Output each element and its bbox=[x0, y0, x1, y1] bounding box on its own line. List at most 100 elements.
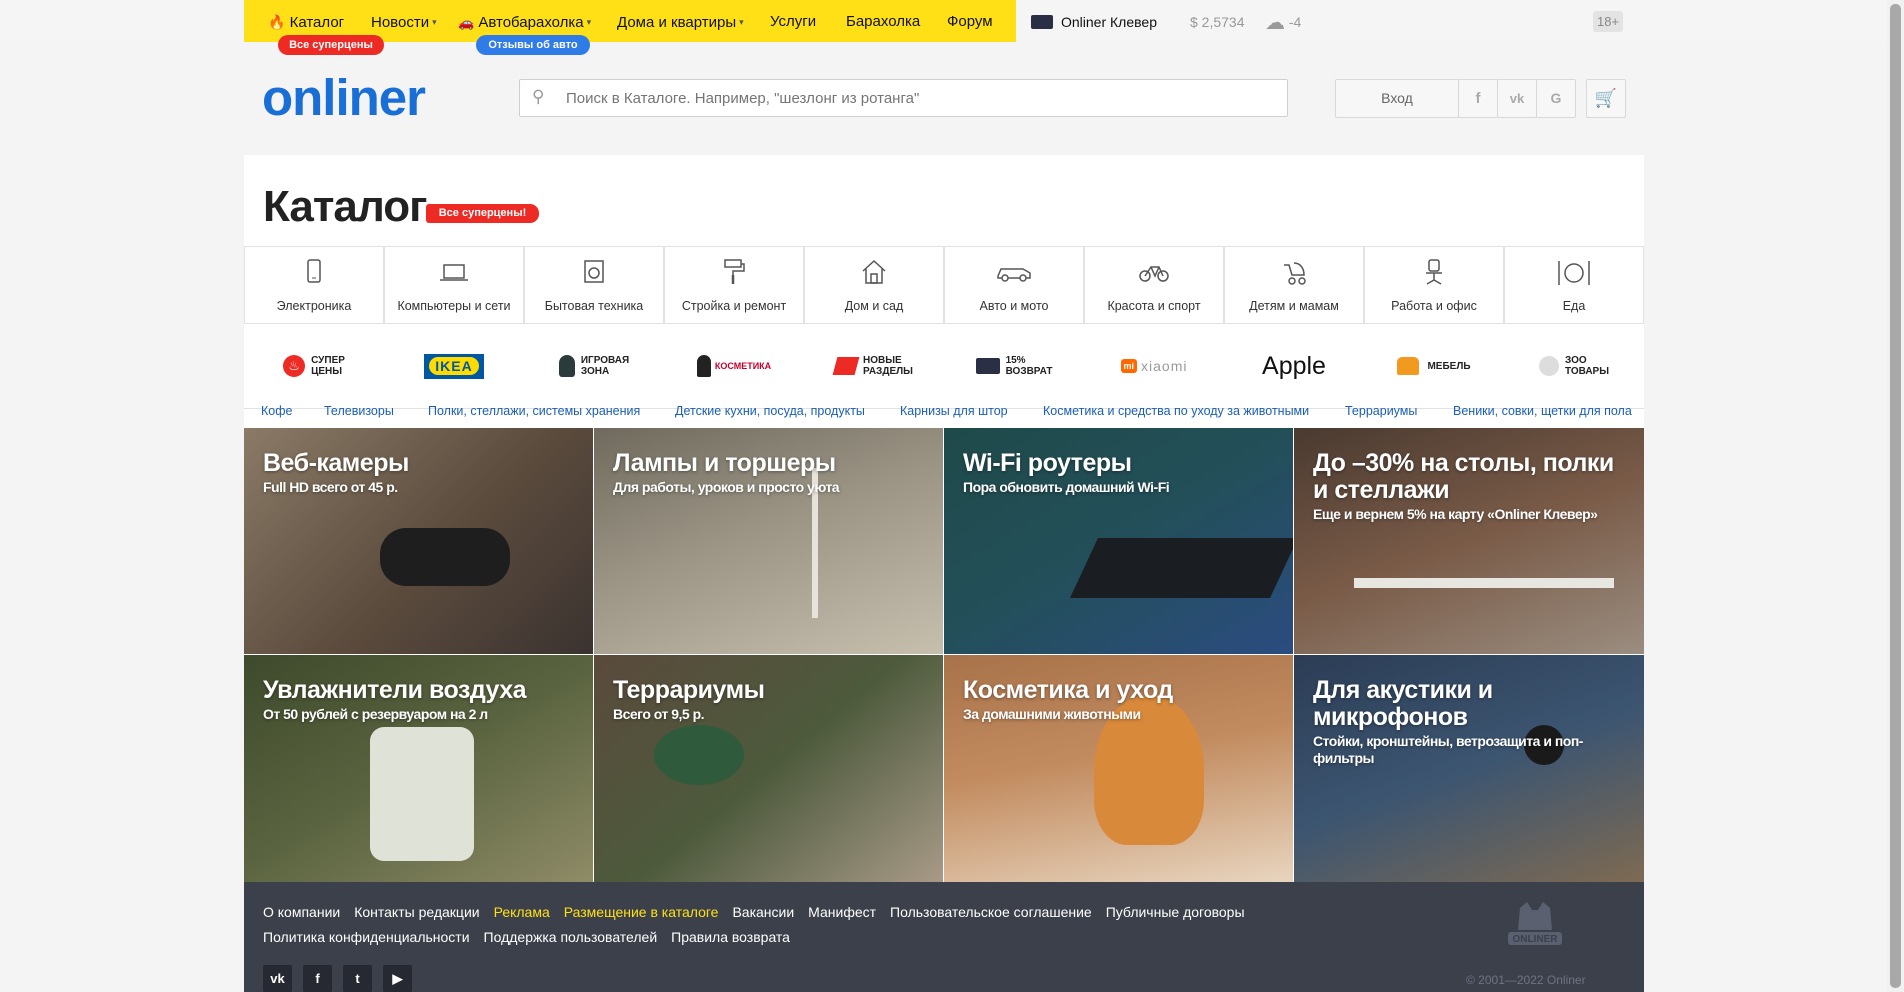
category-construction[interactable]: Стройка и ремонт bbox=[664, 246, 804, 324]
cloud-icon: ☁ bbox=[1265, 12, 1285, 34]
vk-login-icon[interactable]: vk bbox=[1497, 79, 1537, 118]
chevron-down-icon: ▾ bbox=[586, 17, 592, 27]
quick-link[interactable]: Террариумы bbox=[1345, 404, 1417, 418]
ikea-logo: IKEA bbox=[424, 353, 484, 379]
quick-link[interactable]: Косметика и средства по уходу за животны… bbox=[1043, 404, 1309, 418]
footer-links-row1: О компании Контакты редакции Реклама Раз… bbox=[263, 904, 1245, 920]
age-badge: 18+ bbox=[1593, 11, 1623, 32]
footer-link[interactable]: Реклама bbox=[494, 904, 550, 920]
category-office[interactable]: Работа и офис bbox=[1364, 246, 1504, 324]
nav-forum[interactable]: Форум bbox=[947, 0, 993, 42]
fire-icon: 🔥 bbox=[268, 14, 286, 30]
chevron-down-icon: ▾ bbox=[432, 17, 437, 27]
auto-reviews-badge[interactable]: Отзывы об авто bbox=[476, 35, 590, 55]
webcam-image bbox=[380, 528, 510, 586]
footer-link[interactable]: Вакансии bbox=[732, 904, 794, 920]
promo-superprice[interactable]: ♨ СУПЕР ЦЕНЫ bbox=[244, 324, 384, 408]
flame-icon: ♨ bbox=[283, 355, 306, 377]
nav-baraholka[interactable]: Барахолка bbox=[846, 0, 920, 42]
login-button[interactable]: Вход bbox=[1335, 79, 1459, 118]
bicycle-icon bbox=[1139, 266, 1169, 282]
tile-acoustics[interactable]: Для акустики и микрофонов Стойки, кронште… bbox=[1294, 655, 1644, 882]
category-beauty-sport[interactable]: Красота и спорт bbox=[1084, 246, 1224, 324]
category-home-garden[interactable]: Дом и сад bbox=[804, 246, 944, 324]
footer-link[interactable]: Публичные договоры bbox=[1106, 904, 1245, 920]
promo-gaming[interactable]: ИГРОВАЯ ЗОНА bbox=[524, 324, 664, 408]
tile-pet-care[interactable]: Косметика и уход За домашними животными bbox=[944, 655, 1293, 882]
mascot-logo: ONLINER bbox=[1500, 900, 1570, 962]
tile-lamps[interactable]: Лампы и торшеры Для работы, уроков и прос… bbox=[594, 428, 943, 654]
new-ribbon-icon bbox=[832, 357, 860, 375]
svg-text:ONLINER: ONLINER bbox=[1513, 934, 1559, 945]
youtube-icon[interactable]: ▶ bbox=[383, 965, 412, 992]
vk-icon[interactable]: vk bbox=[263, 965, 292, 992]
succulents-image bbox=[654, 725, 744, 785]
tile-terrariums[interactable]: Террариумы Всего от 9,5 р. bbox=[594, 655, 943, 882]
quick-link[interactable]: Карнизы для штор bbox=[900, 404, 1008, 418]
quick-link[interactable]: Полки, стеллажи, системы хранения bbox=[428, 404, 640, 418]
onliner-logo[interactable]: onliner bbox=[262, 68, 426, 127]
category-food[interactable]: Еда bbox=[1504, 246, 1644, 324]
promo-apple[interactable]: Apple bbox=[1224, 324, 1364, 408]
gamer-icon bbox=[558, 355, 575, 377]
superprice-title-badge[interactable]: Все суперцены! bbox=[426, 204, 539, 223]
house-icon bbox=[862, 259, 886, 284]
google-login-icon[interactable]: G bbox=[1536, 79, 1576, 118]
category-electronics[interactable]: Электроника bbox=[244, 246, 384, 324]
category-auto-moto[interactable]: Авто и мото bbox=[944, 246, 1084, 324]
tile-humidifiers[interactable]: Увлажнители воздуха От 50 рублей с резерв… bbox=[244, 655, 593, 882]
promo-xiaomi[interactable]: mi xiaomi bbox=[1084, 324, 1224, 408]
nav-news[interactable]: Новости ▾ bbox=[371, 0, 437, 42]
footer-link[interactable]: Контакты редакции bbox=[354, 904, 479, 920]
quick-link[interactable]: Детские кухни, посуда, продукты bbox=[675, 404, 865, 418]
smartphone-icon bbox=[307, 259, 321, 283]
facebook-icon[interactable]: f bbox=[303, 965, 332, 992]
promo-ikea[interactable]: IKEA bbox=[384, 324, 524, 408]
clever-link[interactable]: Onliner Клевер bbox=[1031, 0, 1157, 42]
armchair-icon bbox=[1397, 357, 1420, 375]
office-chair-icon bbox=[1426, 259, 1442, 285]
plate-cutlery-icon bbox=[1558, 261, 1590, 285]
nav-realty[interactable]: Дома и квартиры ▾ bbox=[617, 0, 744, 42]
superprice-badge[interactable]: Все суперцены bbox=[278, 35, 384, 55]
washing-machine-icon bbox=[584, 260, 604, 283]
weather[interactable]: ☁ -4 bbox=[1265, 0, 1301, 42]
quick-link[interactable]: Кофе bbox=[261, 404, 292, 418]
footer-link[interactable]: О компании bbox=[263, 904, 340, 920]
quick-link[interactable]: Веники, совки, щетки для пола bbox=[1453, 404, 1632, 418]
lady-silhouette-icon bbox=[696, 355, 711, 377]
footer-link[interactable]: Правила возврата bbox=[671, 929, 790, 945]
mi-logo: mi bbox=[1120, 359, 1138, 373]
page-title: Каталог bbox=[263, 182, 427, 231]
facebook-login-icon[interactable]: f bbox=[1458, 79, 1498, 118]
quick-link[interactable]: Телевизоры bbox=[324, 404, 394, 418]
card-icon bbox=[1031, 15, 1053, 29]
twitter-icon[interactable]: t bbox=[343, 965, 372, 992]
footer-link[interactable]: Политика конфиденциальности bbox=[263, 929, 470, 945]
tile-webcams[interactable]: Веб-камеры Full HD всего от 45 р. bbox=[244, 428, 593, 654]
search-icon: ⚲ bbox=[532, 87, 545, 106]
footer-link[interactable]: Поддержка пользователей bbox=[484, 929, 658, 945]
promo-cosmetics[interactable]: КОСМЕТИКА bbox=[664, 324, 804, 408]
currency-rate[interactable]: $ 2,5734 bbox=[1190, 0, 1245, 42]
cat-mascot-icon: ONLINER bbox=[1508, 902, 1562, 945]
tile-furniture-sale[interactable]: До –30% на столы, полки и стеллажи Еще и … bbox=[1294, 428, 1644, 654]
search-input[interactable] bbox=[564, 89, 1268, 108]
footer-link[interactable]: Пользовательское соглашение bbox=[890, 904, 1092, 920]
footer-link[interactable]: Размещение в каталоге bbox=[564, 904, 719, 920]
category-kids[interactable]: Детям и мамам bbox=[1224, 246, 1364, 324]
paint-roller-icon bbox=[724, 259, 745, 284]
promo-cashback[interactable]: 15% ВОЗВРАТ bbox=[944, 324, 1084, 408]
footer-link[interactable]: Манифест bbox=[808, 904, 876, 920]
category-appliances[interactable]: Бытовая техника bbox=[524, 246, 664, 324]
nav-services[interactable]: Услуги bbox=[770, 0, 816, 42]
scrollbar-thumb[interactable] bbox=[1890, 4, 1901, 988]
category-computers[interactable]: Компьютеры и сети bbox=[384, 246, 524, 324]
chevron-down-icon: ▾ bbox=[739, 17, 744, 27]
tile-wifi-routers[interactable]: Wi-Fi роутеры Пора обновить домашний Wi-F… bbox=[944, 428, 1293, 654]
stroller-icon bbox=[1284, 262, 1306, 285]
search-box[interactable]: ⚲ bbox=[519, 79, 1288, 117]
promo-new-sections[interactable]: НОВЫЕ РАЗДЕЛЫ bbox=[804, 324, 944, 408]
cart-icon[interactable]: 🛒 bbox=[1586, 79, 1626, 118]
cat-icon bbox=[1538, 356, 1559, 376]
